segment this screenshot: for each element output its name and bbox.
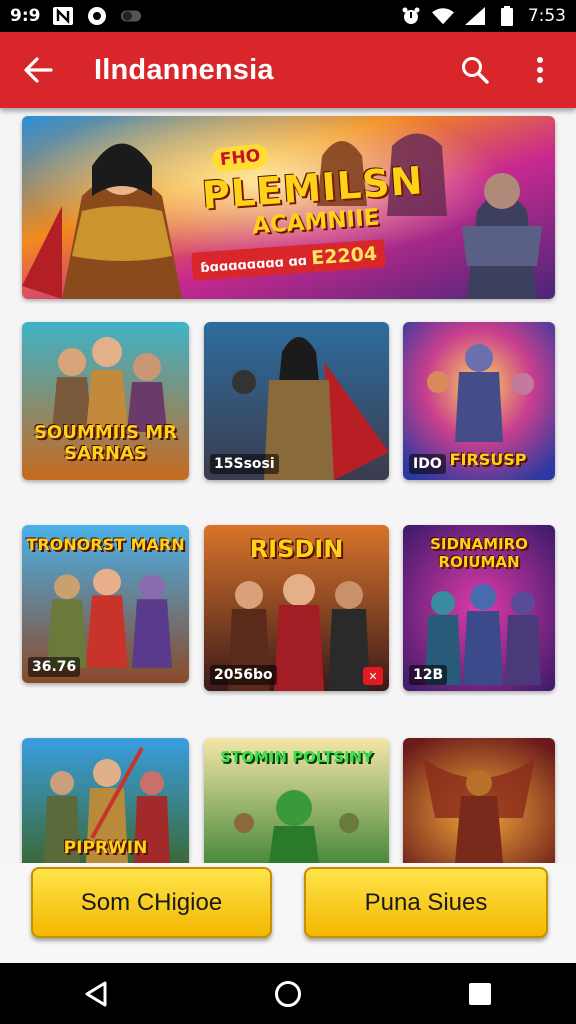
nav-recents-button[interactable] xyxy=(445,963,515,1024)
game-tile[interactable]: PIPRWIN xyxy=(22,738,189,863)
tile-title: FIRSUSP xyxy=(449,450,527,469)
notification-n-icon xyxy=(52,5,74,27)
tile-title: RISDIN xyxy=(249,535,344,563)
left-action-button[interactable]: Som CHigioe xyxy=(31,867,272,938)
game-tile[interactable]: FIRSUSP IDO xyxy=(403,322,555,480)
tile-title: SIDNAMIRO ROIUMAN xyxy=(430,535,528,571)
nav-back-button[interactable] xyxy=(61,963,131,1024)
banner-strip-number: E2204 xyxy=(310,242,378,270)
more-options-button[interactable] xyxy=(518,42,562,98)
circle-home-icon xyxy=(275,980,301,1007)
tile-title: SOUMMIIS MR SARNAS xyxy=(33,422,178,464)
page-title: Ilndannensia xyxy=(94,53,274,86)
toggle-icon xyxy=(120,5,142,27)
status-bar: 9:9 7:53 xyxy=(0,0,576,32)
game-tile[interactable] xyxy=(403,738,555,863)
content-scroll-area[interactable]: FHO PLEMILSN ACAMNIIE ɓɑɑɑɑɑɑɑɑ ɑɑ E2204… xyxy=(0,108,576,863)
game-tile[interactable]: SIDNAMIRO ROIUMAN 12B xyxy=(403,525,555,691)
circle-app-icon xyxy=(86,5,108,27)
square-recents-icon xyxy=(469,982,491,1005)
tile-badge: 12B xyxy=(409,665,448,685)
more-vertical-icon xyxy=(537,57,543,83)
tile-title: STOMIN POLTSINY xyxy=(220,748,373,766)
tile-title: PIPRWIN xyxy=(63,838,148,858)
battery-icon xyxy=(496,5,518,27)
search-icon xyxy=(462,57,489,84)
back-button[interactable] xyxy=(10,42,66,98)
status-time: 9:9 xyxy=(10,6,41,26)
nav-home-button[interactable] xyxy=(253,963,323,1024)
arrow-left-icon xyxy=(24,57,53,83)
tile-badge: IDO xyxy=(409,454,446,474)
search-button[interactable] xyxy=(450,42,500,98)
signal-icon xyxy=(464,5,486,27)
wifi-icon xyxy=(431,5,454,27)
alarm-icon xyxy=(400,5,422,27)
tile-badge: 2056bo xyxy=(210,665,277,685)
tile-artwork xyxy=(403,738,555,863)
banner-strip-text: ɓɑɑɑɑɑɑɑɑ ɑɑ xyxy=(199,253,308,277)
tile-title: TRONORST MARN xyxy=(26,535,185,554)
right-action-button[interactable]: Puna Siues xyxy=(304,867,548,938)
game-tile[interactable]: SOUMMIIS MR SARNAS xyxy=(22,322,189,480)
tile-badge: 15Ssosi xyxy=(210,454,279,474)
app-bar: Ilndannensia xyxy=(0,32,576,108)
game-tile[interactable]: TRONORST MARN 36.76 xyxy=(22,525,189,683)
status-clock: 7:53 xyxy=(527,6,566,26)
tile-badge: 36.76 xyxy=(28,657,81,677)
triangle-back-icon xyxy=(85,981,107,1006)
game-tile[interactable]: 15Ssosi xyxy=(204,322,389,480)
game-tile[interactable]: STOMIN POLTSINY xyxy=(204,738,389,863)
action-bar: Som CHigioe Puna Siues xyxy=(0,863,576,963)
tile-close-icon[interactable]: ✕ xyxy=(363,667,383,685)
game-tile[interactable]: RISDIN 2056bo ✕ xyxy=(204,525,389,691)
system-nav-bar xyxy=(0,963,576,1024)
featured-banner[interactable]: FHO PLEMILSN ACAMNIIE ɓɑɑɑɑɑɑɑɑ ɑɑ E2204 xyxy=(22,116,555,299)
